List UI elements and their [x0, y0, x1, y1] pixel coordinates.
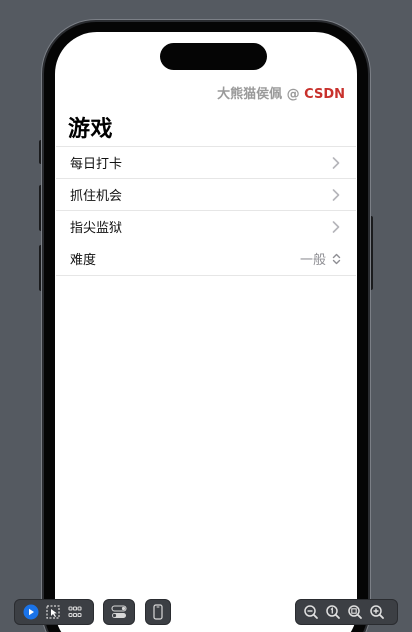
chevron-right-icon — [330, 156, 342, 169]
list-item-seize-chance[interactable]: 抓住机会 — [56, 178, 356, 210]
preview-mode-toolbar — [14, 599, 94, 625]
device-icon[interactable] — [147, 601, 169, 623]
grid-icon[interactable] — [64, 601, 86, 623]
watermark-author: 大熊猫侯佩 @ — [217, 87, 305, 102]
preview-canvas: 大熊猫侯佩 @ CSDN 游戏 每日打卡 抓住机会 指尖监狱 难度 一般 — [0, 0, 412, 632]
device-selector-toolbar — [145, 599, 171, 625]
difficulty-label: 难度 — [70, 253, 97, 268]
zoom-in-icon[interactable] — [366, 601, 388, 623]
zoom-toolbar — [295, 599, 398, 625]
list-item-fingertip-prison[interactable]: 指尖监狱 — [56, 210, 356, 242]
preview-settings-toolbar — [103, 599, 135, 625]
list-item-label: 每日打卡 — [70, 157, 123, 172]
power-button — [368, 216, 373, 290]
list-item-label: 指尖监狱 — [70, 221, 123, 236]
chevron-right-icon — [330, 188, 342, 201]
chevron-up-down-icon — [330, 253, 342, 265]
zoom-actual-icon[interactable] — [322, 601, 344, 623]
zoom-fit-icon[interactable] — [344, 601, 366, 623]
watermark-brand: CSDN — [304, 87, 345, 102]
list-item-daily-checkin[interactable]: 每日打卡 — [56, 146, 356, 178]
difficulty-value: 一般 — [299, 253, 326, 268]
select-icon[interactable] — [42, 601, 64, 623]
toggle-icon[interactable] — [108, 601, 130, 623]
page-title: 游戏 — [68, 117, 114, 142]
list-item-label: 抓住机会 — [70, 189, 123, 204]
difficulty-picker[interactable]: 难度 一般 — [56, 242, 356, 276]
zoom-out-icon[interactable] — [300, 601, 322, 623]
watermark: 大熊猫侯佩 @ CSDN — [217, 83, 345, 102]
play-icon[interactable] — [20, 601, 42, 623]
games-list: 每日打卡 抓住机会 指尖监狱 难度 一般 — [56, 146, 356, 276]
dynamic-island — [160, 43, 267, 70]
chevron-right-icon — [330, 220, 342, 233]
